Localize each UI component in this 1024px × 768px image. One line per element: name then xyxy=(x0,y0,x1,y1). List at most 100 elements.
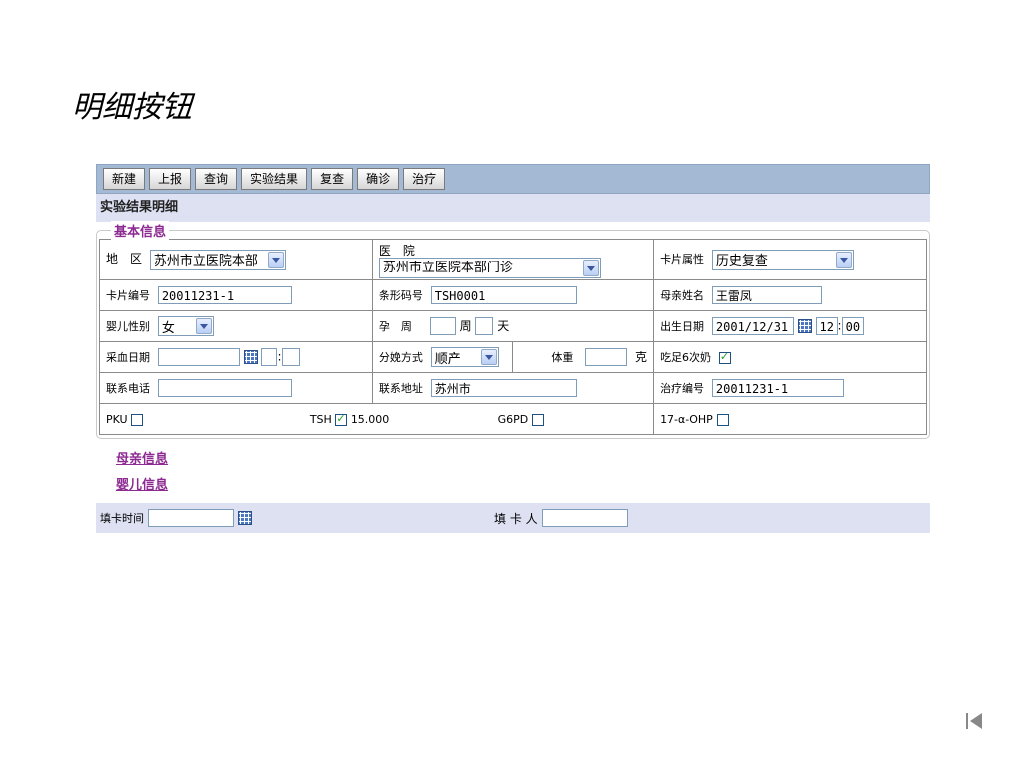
panel-title: 实验结果明细 xyxy=(96,194,930,222)
phone-cell: 联系电话 xyxy=(99,372,373,404)
birth-date-label: 出生日期 xyxy=(660,319,705,333)
first-slide-triangle xyxy=(970,713,982,729)
slide-title: 明细按钮 xyxy=(72,90,192,125)
treatment-no-input[interactable]: 20011231-1 xyxy=(711,379,844,397)
basic-info-fieldset: 基本信息 地 区 苏州市立医院本部 医 院 苏州市立医院本部门诊 卡片属性 历史… xyxy=(96,221,930,439)
hospital-label: 医 院 xyxy=(378,243,415,258)
chevron-down-icon xyxy=(267,251,284,268)
lab-result-button[interactable]: 实验结果 xyxy=(241,168,308,190)
address-input[interactable]: 苏州市 xyxy=(430,379,577,397)
birth-date-input[interactable]: 2001/12/31 xyxy=(711,317,794,335)
baby-sex-value: 女 xyxy=(161,320,175,336)
delivery-label: 分娩方式 xyxy=(378,350,423,364)
baby-sex-select[interactable]: 女 xyxy=(157,316,214,336)
card-attr-cell: 卡片属性 历史复查 xyxy=(653,239,927,280)
pregnancy-weeks-label: 孕 周 xyxy=(378,319,412,333)
ohp-label: 17-α-OHP xyxy=(660,413,713,426)
pku-label: PKU xyxy=(106,413,128,426)
info-links: 母亲信息 婴儿信息 xyxy=(96,447,930,499)
region-cell: 地 区 苏州市立医院本部 xyxy=(99,239,373,280)
blood-date-label: 采血日期 xyxy=(106,350,150,364)
blood-hour-input[interactable] xyxy=(261,348,278,366)
fill-time-label: 填卡时间 xyxy=(100,512,144,525)
blood-minute-input[interactable] xyxy=(281,348,300,366)
ohp-checkbox[interactable] xyxy=(716,413,729,426)
treatment-button[interactable]: 治疗 xyxy=(403,168,446,190)
birth-date-cell: 出生日期 2001/12/31 12:00 xyxy=(653,310,927,342)
ohp-cell: 17-α-OHP xyxy=(653,403,927,435)
baby-sex-label: 婴儿性别 xyxy=(106,319,150,333)
pregnancy-weeks-input[interactable] xyxy=(429,317,456,336)
g6pd-label: G6PD xyxy=(497,413,529,426)
barcode-input[interactable]: TSH0001 xyxy=(430,286,577,304)
mother-name-input[interactable]: 王雷凤 xyxy=(711,286,822,304)
chevron-down-icon xyxy=(480,349,497,365)
chevron-down-icon xyxy=(835,251,852,268)
card-attr-label: 卡片属性 xyxy=(660,253,705,266)
region-select[interactable]: 苏州市立医院本部 xyxy=(149,249,286,270)
birth-minute-input[interactable]: 00 xyxy=(841,317,864,335)
new-button[interactable]: 新建 xyxy=(103,168,146,190)
pku-group: PKU xyxy=(106,413,306,426)
blood-date-cell: 采血日期 : xyxy=(99,341,373,373)
address-label: 联系地址 xyxy=(378,381,423,395)
treatment-no-cell: 治疗编号 20011231-1 xyxy=(653,372,927,404)
basic-info-legend: 基本信息 xyxy=(111,221,170,240)
day-unit: 天 xyxy=(497,318,510,333)
baby-sex-cell: 婴儿性别 女 xyxy=(99,310,373,342)
weight-unit: 克 xyxy=(635,349,648,364)
barcode-label: 条形码号 xyxy=(378,288,423,302)
feeding-checkbox[interactable] xyxy=(718,350,731,364)
calendar-icon[interactable] xyxy=(797,319,812,333)
pregnancy-weeks-cell: 孕 周 周 天 xyxy=(371,310,655,342)
calendar-icon[interactable] xyxy=(243,350,258,364)
phone-input[interactable] xyxy=(157,379,292,397)
treatment-no-label: 治疗编号 xyxy=(660,381,705,395)
weight-label: 体重 xyxy=(551,350,574,364)
baby-info-link[interactable]: 婴儿信息 xyxy=(116,473,930,499)
tsh-checkbox[interactable] xyxy=(335,412,348,426)
g6pd-group: G6PD xyxy=(498,413,544,426)
calendar-icon[interactable] xyxy=(238,511,252,525)
screening-cell: PKU TSH 15.000 G6PD xyxy=(98,403,655,435)
fill-time-input[interactable] xyxy=(148,509,234,527)
pregnancy-days-input[interactable] xyxy=(475,317,494,336)
mother-info-link[interactable]: 母亲信息 xyxy=(116,447,930,473)
tsh-label: TSH xyxy=(309,413,332,426)
birth-hour-input[interactable]: 12 xyxy=(815,317,838,335)
filler-input[interactable] xyxy=(541,509,628,527)
filler-label: 填 卡 人 xyxy=(494,511,538,526)
pku-checkbox[interactable] xyxy=(131,414,144,426)
toolbar: 新建 上报 查询 实验结果 复查 确诊 治疗 xyxy=(96,164,930,194)
feeding-cell: 吃足6次奶 xyxy=(653,341,927,373)
weight-input[interactable] xyxy=(585,348,628,367)
chevron-down-icon xyxy=(582,259,599,276)
card-no-cell: 卡片编号 20011231-1 xyxy=(99,279,373,311)
app-form: 新建 上报 查询 实验结果 复查 确诊 治疗 实验结果明细 基本信息 地 区 苏… xyxy=(96,164,930,533)
confirm-diagnosis-button[interactable]: 确诊 xyxy=(357,168,400,190)
region-label: 地 区 xyxy=(106,252,143,266)
mother-name-label: 母亲姓名 xyxy=(660,288,705,302)
query-button[interactable]: 查询 xyxy=(195,168,238,190)
phone-label: 联系电话 xyxy=(106,381,150,395)
g6pd-checkbox[interactable] xyxy=(531,414,544,426)
barcode-cell: 条形码号 TSH0001 xyxy=(371,279,655,311)
mother-name-cell: 母亲姓名 王雷凤 xyxy=(653,279,927,311)
card-no-input[interactable]: 20011231-1 xyxy=(157,286,292,304)
first-slide-bar xyxy=(966,713,968,729)
report-button[interactable]: 上报 xyxy=(149,168,192,190)
blood-date-input[interactable] xyxy=(157,348,240,366)
tsh-value: 15.000 xyxy=(350,413,390,426)
delivery-cell: 分娩方式 顺产 xyxy=(371,341,514,373)
delivery-select[interactable]: 顺产 xyxy=(430,347,499,367)
hospital-select[interactable]: 苏州市立医院本部门诊 xyxy=(378,257,601,278)
basic-info-table: 地 区 苏州市立医院本部 医 院 苏州市立医院本部门诊 卡片属性 历史复查 卡片… xyxy=(98,239,927,435)
week-unit: 周 xyxy=(459,318,472,333)
hospital-cell: 医 院 苏州市立医院本部门诊 xyxy=(371,239,655,280)
card-attr-select[interactable]: 历史复查 xyxy=(711,249,854,270)
address-cell: 联系地址 苏州市 xyxy=(371,372,655,404)
first-slide-icon[interactable] xyxy=(966,710,990,732)
tsh-group: TSH 15.000 xyxy=(309,412,494,426)
feeding-label: 吃足6次奶 xyxy=(660,351,712,364)
recheck-button[interactable]: 复查 xyxy=(311,168,354,190)
